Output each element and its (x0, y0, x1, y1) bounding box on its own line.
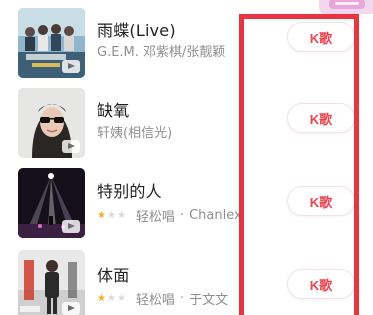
karaoke-button[interactable]: K歌 (287, 103, 355, 133)
concert-group-cover[interactable] (18, 8, 85, 78)
star-icon: ★ (106, 292, 116, 304)
song-artist: 轩姨(相信光) (97, 122, 172, 141)
artist-name: 轩姨(相信光) (97, 126, 173, 141)
separator: · (179, 208, 185, 223)
song-row[interactable]: 体面 ★ ★ ★ 轻松唱 · 于文文 K歌 (0, 250, 373, 315)
star-icon: ★ (106, 209, 116, 221)
difficulty-stars: ★ ★ ★ (97, 209, 127, 221)
difficulty-stars: ★ ★ ★ (97, 292, 127, 304)
song-title: 体面 (97, 266, 130, 285)
artist-name: Chanlex (189, 208, 242, 223)
separator: · (179, 291, 185, 306)
song-row[interactable]: 雨蝶(Live) G.E.M. 邓紫棋/张靓颖 K歌 (0, 8, 373, 78)
song-title: 雨蝶(Live) (97, 21, 176, 40)
difficulty-label: 轻松唱 (135, 293, 175, 308)
difficulty-label: 轻松唱 (135, 210, 175, 225)
artist-name: G.E.M. 邓紫棋/张靓颖 (97, 45, 226, 60)
sunglasses-portrait-cover[interactable] (18, 88, 85, 158)
song-row[interactable]: 缺氧 轩姨(相信光) K歌 (0, 88, 373, 158)
song-title: 特别的人 (97, 182, 162, 201)
star-icon: ★ (97, 292, 106, 304)
star-icon: ★ (97, 209, 106, 221)
song-list-screen: 雨蝶(Live) G.E.M. 邓紫棋/张靓颖 K歌 缺氧 轩姨(相信光) K歌 (0, 0, 373, 315)
play-icon (62, 140, 80, 153)
song-title: 缺氧 (97, 101, 130, 120)
play-icon (62, 220, 80, 233)
song-meta: ★ ★ ★ 轻松唱 · 于文文 (97, 289, 228, 308)
song-artist: G.E.M. 邓紫棋/张靓颖 (97, 41, 225, 60)
star-icon: ★ (116, 209, 126, 221)
song-row[interactable]: 特别的人 ★ ★ ★ 轻松唱 · Chanlex K歌 (0, 168, 373, 238)
karaoke-button[interactable]: K歌 (287, 186, 355, 216)
karaoke-button[interactable]: K歌 (287, 269, 355, 299)
song-meta: ★ ★ ★ 轻松唱 · Chanlex (97, 206, 242, 225)
play-icon (62, 60, 80, 73)
standing-person-cover[interactable] (18, 250, 85, 315)
stage-lights-cover[interactable] (18, 168, 85, 238)
karaoke-button[interactable]: K歌 (287, 22, 355, 52)
artist-name: 于文文 (189, 293, 229, 308)
star-icon: ★ (116, 292, 126, 304)
play-icon (62, 302, 80, 315)
